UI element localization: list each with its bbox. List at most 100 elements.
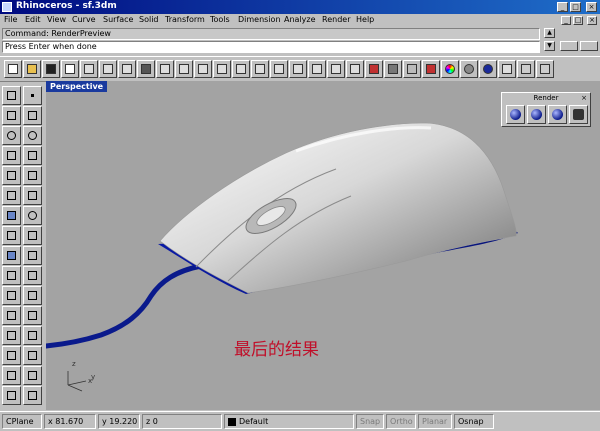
help-icon[interactable] [536, 60, 554, 78]
point-icon[interactable] [23, 86, 42, 105]
command-history-button[interactable] [580, 41, 598, 51]
zoom-icon[interactable] [194, 60, 212, 78]
rotate-icon[interactable] [2, 326, 21, 345]
render-settings-icon[interactable] [548, 105, 567, 124]
grid-icon[interactable] [346, 60, 364, 78]
menu-help[interactable]: Help [356, 15, 374, 24]
save-icon[interactable] [42, 60, 60, 78]
snap-icon[interactable] [365, 60, 383, 78]
menu-curve[interactable]: Curve [72, 15, 96, 24]
render-preview-icon[interactable] [527, 105, 546, 124]
move-icon[interactable] [2, 306, 21, 325]
arc-icon[interactable] [23, 126, 42, 145]
copy-object-icon[interactable] [23, 306, 42, 325]
fillet-curve-icon[interactable] [23, 166, 42, 185]
mdi-minimize-button[interactable]: _ [561, 16, 571, 25]
menu-surface[interactable]: Surface [103, 15, 133, 24]
render-sphere-icon[interactable] [479, 60, 497, 78]
menu-file[interactable]: File [4, 15, 17, 24]
scroll-up-button[interactable]: ▲ [544, 28, 555, 38]
status-ortho[interactable]: Ortho [386, 414, 416, 429]
mdi-close-button[interactable]: × [587, 16, 597, 25]
render-toolbar[interactable]: Render × [501, 92, 591, 127]
curve-icon[interactable] [23, 106, 42, 125]
circle-icon[interactable] [2, 126, 21, 145]
light-icon[interactable] [498, 60, 516, 78]
extrude-surface-icon[interactable] [23, 186, 42, 205]
box-icon[interactable] [2, 206, 21, 225]
axis-label-y: y [91, 373, 95, 381]
copy-icon[interactable] [99, 60, 117, 78]
scale-icon[interactable] [23, 326, 42, 345]
paste-icon[interactable] [118, 60, 136, 78]
mdi-restore-button[interactable]: □ [573, 16, 583, 25]
boolean-icon[interactable] [23, 226, 42, 245]
four-viewports-icon[interactable] [308, 60, 326, 78]
menu-transform[interactable]: Transform [165, 15, 205, 24]
render-icon[interactable] [506, 105, 525, 124]
perspective-viewport[interactable]: Perspective x y z [46, 81, 600, 410]
group-icon[interactable] [2, 386, 21, 405]
ellipse-icon[interactable] [2, 146, 21, 165]
cylinder-icon[interactable] [2, 226, 21, 245]
print-icon[interactable] [61, 60, 79, 78]
split-icon[interactable] [23, 286, 42, 305]
maximize-button[interactable]: □ [570, 2, 581, 12]
rhino-app-icon[interactable] [2, 2, 12, 12]
zoom-extents-icon[interactable] [251, 60, 269, 78]
zoom-selected-icon[interactable] [270, 60, 288, 78]
status-layer[interactable]: Default [224, 414, 354, 429]
menu-tools[interactable]: Tools [210, 15, 230, 24]
menu-render[interactable]: Render [322, 15, 350, 24]
render-toolbar-title[interactable]: Render [502, 93, 590, 103]
text-icon[interactable] [2, 346, 21, 365]
status-osnap[interactable]: Osnap [454, 414, 494, 429]
zoom-dynamic-icon[interactable] [232, 60, 250, 78]
rotate-view-icon[interactable] [175, 60, 193, 78]
join-icon[interactable] [2, 266, 21, 285]
command-options-button[interactable] [560, 41, 578, 51]
hide-icon[interactable] [23, 386, 42, 405]
scroll-down-button[interactable]: ▼ [544, 41, 555, 51]
polyline-icon[interactable] [2, 106, 21, 125]
zoom-window-icon[interactable] [213, 60, 231, 78]
settings-icon[interactable] [517, 60, 535, 78]
status-cplane[interactable]: CPlane [2, 414, 42, 429]
color-wheel-icon[interactable] [441, 60, 459, 78]
minimize-button[interactable]: _ [557, 2, 568, 12]
render-toolbar-close-icon[interactable]: × [581, 93, 587, 103]
undo-view-icon[interactable] [289, 60, 307, 78]
menu-edit[interactable]: Edit [25, 15, 41, 24]
camera-icon[interactable] [569, 105, 588, 124]
cut-icon[interactable] [80, 60, 98, 78]
select-icon[interactable] [2, 86, 21, 105]
command-prompt[interactable]: Press Enter when done [2, 41, 540, 53]
open-icon[interactable] [23, 60, 41, 78]
close-button[interactable]: × [586, 2, 597, 12]
surface-corner-icon[interactable] [2, 186, 21, 205]
rectangle-icon[interactable] [23, 146, 42, 165]
material-icon[interactable] [422, 60, 440, 78]
explode-icon[interactable] [23, 266, 42, 285]
pan-hand-icon[interactable] [156, 60, 174, 78]
status-snap[interactable]: Snap [356, 414, 384, 429]
undo-icon[interactable] [137, 60, 155, 78]
transform-icon[interactable] [23, 246, 42, 265]
layers-icon[interactable] [384, 60, 402, 78]
polygon-icon[interactable] [2, 166, 21, 185]
status-planar[interactable]: Planar [418, 414, 452, 429]
menu-solid[interactable]: Solid [139, 15, 159, 24]
menu-view[interactable]: View [47, 15, 66, 24]
array-icon[interactable] [2, 366, 21, 385]
mesh-icon[interactable] [2, 246, 21, 265]
menu-dimension[interactable]: Dimension [238, 15, 281, 24]
dimension-icon[interactable] [23, 346, 42, 365]
trim-icon[interactable] [2, 286, 21, 305]
new-icon[interactable] [4, 60, 22, 78]
sphere-icon[interactable] [23, 206, 42, 225]
cplane-icon[interactable] [327, 60, 345, 78]
menu-analyze[interactable]: Analyze [284, 15, 316, 24]
curve-from-object-icon[interactable] [23, 366, 42, 385]
osnap-icon[interactable] [403, 60, 421, 78]
shaded-sphere-icon[interactable] [460, 60, 478, 78]
